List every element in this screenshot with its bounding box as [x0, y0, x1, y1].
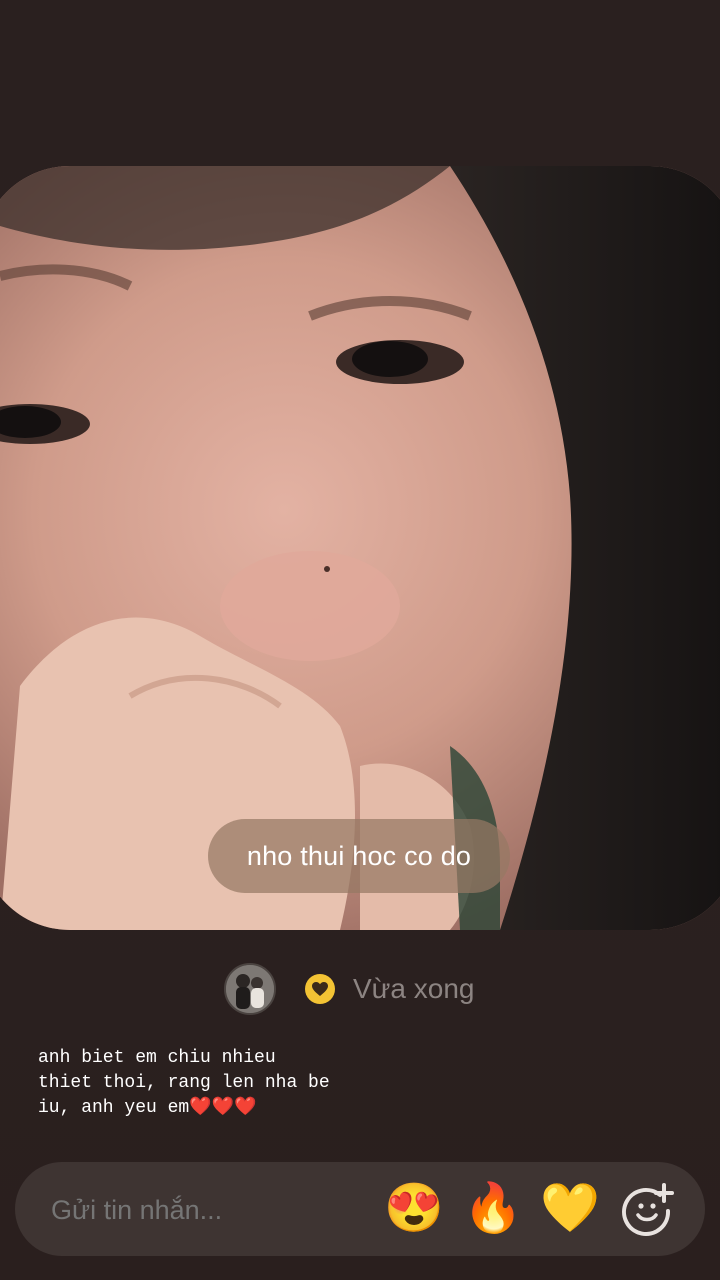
photo-image [0, 166, 720, 930]
message-text: anh biet em chiu nhieu thiet thoi, rang … [38, 1048, 330, 1118]
add-emoji-icon [622, 1183, 674, 1236]
yellow-heart-reaction-button[interactable]: 💛 [540, 1179, 600, 1239]
heart-icon [312, 982, 328, 996]
photo-card[interactable]: nho thui hoc co do [0, 166, 720, 930]
message-input[interactable] [49, 1162, 353, 1258]
avatar-image [226, 965, 274, 1013]
sender-meta-row: Vừa xong [224, 963, 475, 1015]
heart-eyes-reaction-button[interactable]: 😍 [384, 1179, 444, 1239]
reply-bar: 😍 🔥 💛 [15, 1162, 705, 1258]
fire-reaction-button[interactable]: 🔥 [463, 1179, 523, 1239]
heart-reaction-badge [305, 974, 335, 1004]
sender-avatar[interactable] [224, 963, 276, 1015]
post-timestamp: Vừa xong [353, 973, 475, 1004]
add-reaction-button[interactable] [618, 1179, 678, 1239]
photo-caption: nho thui hoc co do [208, 819, 510, 893]
